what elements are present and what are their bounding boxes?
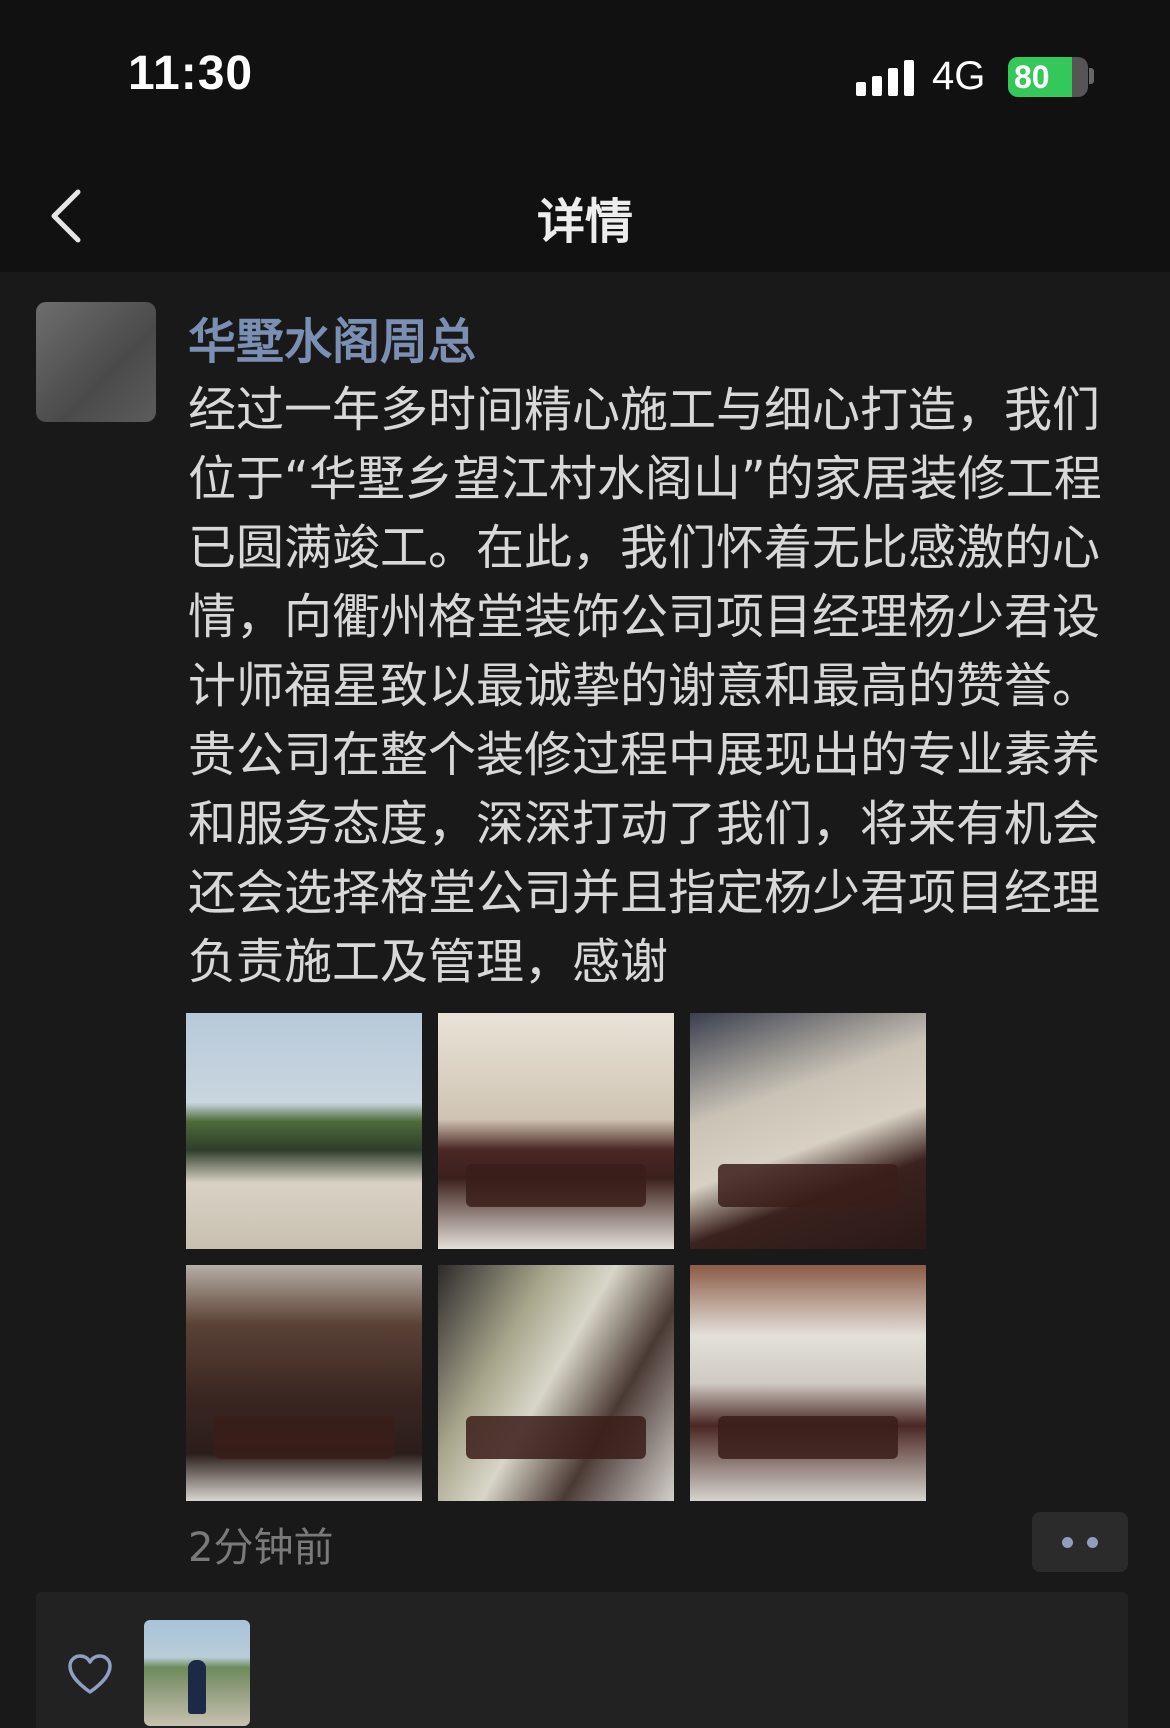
more-actions-button[interactable] <box>1032 1512 1128 1572</box>
signal-strength-icon <box>856 60 914 96</box>
heart-outline-icon <box>68 1654 112 1694</box>
network-type: 4G <box>932 54 986 98</box>
battery-tip <box>1089 68 1094 84</box>
photo-grid <box>186 1013 966 1503</box>
photo-thumbnail[interactable] <box>690 1265 926 1501</box>
photo-thumbnail[interactable] <box>690 1013 926 1249</box>
navigation-bar: 详情 <box>0 160 1170 272</box>
photo-thumbnail[interactable] <box>186 1013 422 1249</box>
author-name[interactable]: 华墅水阁周总 <box>188 302 476 372</box>
status-bar: 11:30 4G 80 <box>0 0 1170 160</box>
photo-thumbnail[interactable] <box>186 1265 422 1501</box>
battery-icon: 80 <box>1008 57 1088 97</box>
likes-panel <box>36 1592 1128 1728</box>
photo-thumbnail[interactable] <box>438 1013 674 1249</box>
photo-thumbnail[interactable] <box>438 1265 674 1501</box>
author-avatar[interactable] <box>36 302 156 422</box>
status-time: 11:30 <box>128 47 254 100</box>
page-title: 详情 <box>536 194 633 250</box>
liker-avatar[interactable] <box>144 1620 250 1726</box>
post-timestamp: 2分钟前 <box>188 1525 334 1571</box>
battery-percent: 80 <box>1014 59 1050 95</box>
post-text: 经过一年多时间精心施工与细心打造，我们位于“华墅乡望江村水阁山”的家居装修工程已… <box>188 382 1102 989</box>
